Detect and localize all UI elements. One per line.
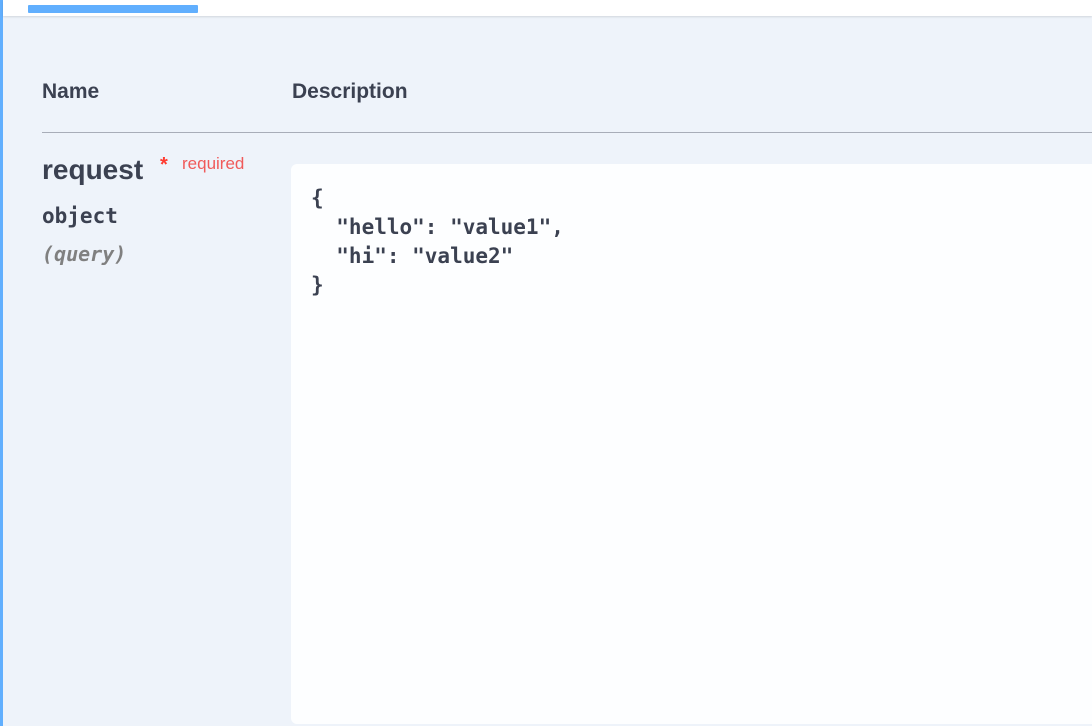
parameters-panel: Name Description request * required obje… bbox=[0, 0, 1092, 726]
tab-bar bbox=[3, 0, 1092, 16]
active-tab-indicator[interactable] bbox=[28, 5, 198, 13]
parameter-name: request bbox=[42, 154, 144, 185]
parameter-value-editor[interactable]: { "hello": "value1", "hi": "value2" } bbox=[291, 164, 1092, 724]
column-header-name: Name bbox=[42, 80, 100, 103]
required-label: required bbox=[182, 154, 245, 173]
header-divider bbox=[42, 132, 1092, 133]
parameter-type: object bbox=[42, 204, 118, 228]
parameter-location: (query) bbox=[42, 242, 127, 266]
column-header-description: Description bbox=[292, 80, 408, 103]
required-asterisk: * bbox=[160, 154, 168, 176]
